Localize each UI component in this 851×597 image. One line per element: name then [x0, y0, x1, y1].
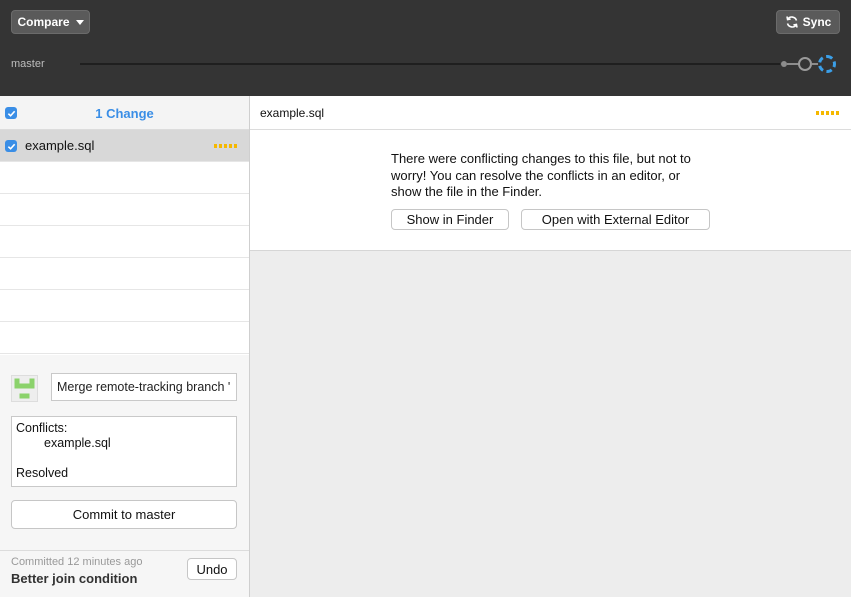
- diff-file-name: example.sql: [260, 106, 325, 120]
- committed-time: Committed 12 minutes ago: [11, 556, 143, 568]
- chevron-down-icon: [75, 19, 84, 25]
- open-external-editor-button[interactable]: Open with External Editor: [521, 209, 710, 230]
- commit-summary-input[interactable]: [51, 373, 237, 401]
- file-name: example.sql: [25, 138, 95, 153]
- changes-count: 1 Change: [95, 106, 154, 121]
- empty-row: [0, 226, 249, 258]
- commit-button[interactable]: Commit to master: [11, 500, 237, 529]
- empty-row: [0, 194, 249, 226]
- last-commit-panel: Committed 12 minutes ago Better join con…: [0, 550, 249, 597]
- history-timeline[interactable]: [80, 63, 780, 65]
- file-list: example.sql: [0, 130, 249, 355]
- avatar: [11, 375, 38, 402]
- timeline-sync-icon: [818, 55, 836, 73]
- conflict-message: There were conflicting changes to this f…: [391, 151, 691, 199]
- compare-label: Compare: [17, 15, 70, 29]
- commit-description-field[interactable]: Conflicts: example.sql Resolved: [11, 416, 237, 487]
- timeline-head-ring[interactable]: [798, 57, 812, 71]
- file-row[interactable]: example.sql: [0, 130, 249, 162]
- diff-panel: example.sql There were conflicting chang…: [250, 96, 851, 597]
- conflict-marker-icon: [816, 111, 840, 115]
- empty-row: [0, 322, 249, 354]
- sync-icon: [785, 16, 798, 28]
- checkmark-icon: [7, 143, 15, 150]
- diff-file-header: example.sql: [250, 96, 851, 130]
- last-commit-message: Better join condition: [11, 571, 138, 586]
- empty-row: [0, 258, 249, 290]
- changes-sidebar: 1 Change example.sql Merge remote-tracki…: [0, 96, 250, 597]
- compare-button[interactable]: Compare: [11, 10, 90, 34]
- description-line: [16, 451, 232, 466]
- branch-name: master: [11, 58, 45, 70]
- identicon-icon: [14, 378, 35, 399]
- empty-row: [0, 290, 249, 322]
- sync-button[interactable]: Sync: [776, 10, 840, 34]
- show-in-finder-button[interactable]: Show in Finder: [391, 209, 509, 230]
- sync-label: Sync: [802, 15, 832, 29]
- toolbar: Compare Sync master: [0, 0, 851, 96]
- conflict-marker-icon: [214, 144, 238, 148]
- conflict-notice: There were conflicting changes to this f…: [250, 130, 851, 251]
- file-checkbox[interactable]: [5, 140, 17, 152]
- undo-button[interactable]: Undo: [187, 558, 237, 580]
- description-line: Conflicts:: [16, 421, 68, 435]
- description-line: example.sql: [44, 436, 111, 450]
- changes-header: 1 Change: [0, 96, 249, 130]
- description-line: Resolved: [16, 466, 69, 480]
- empty-row: [0, 162, 249, 194]
